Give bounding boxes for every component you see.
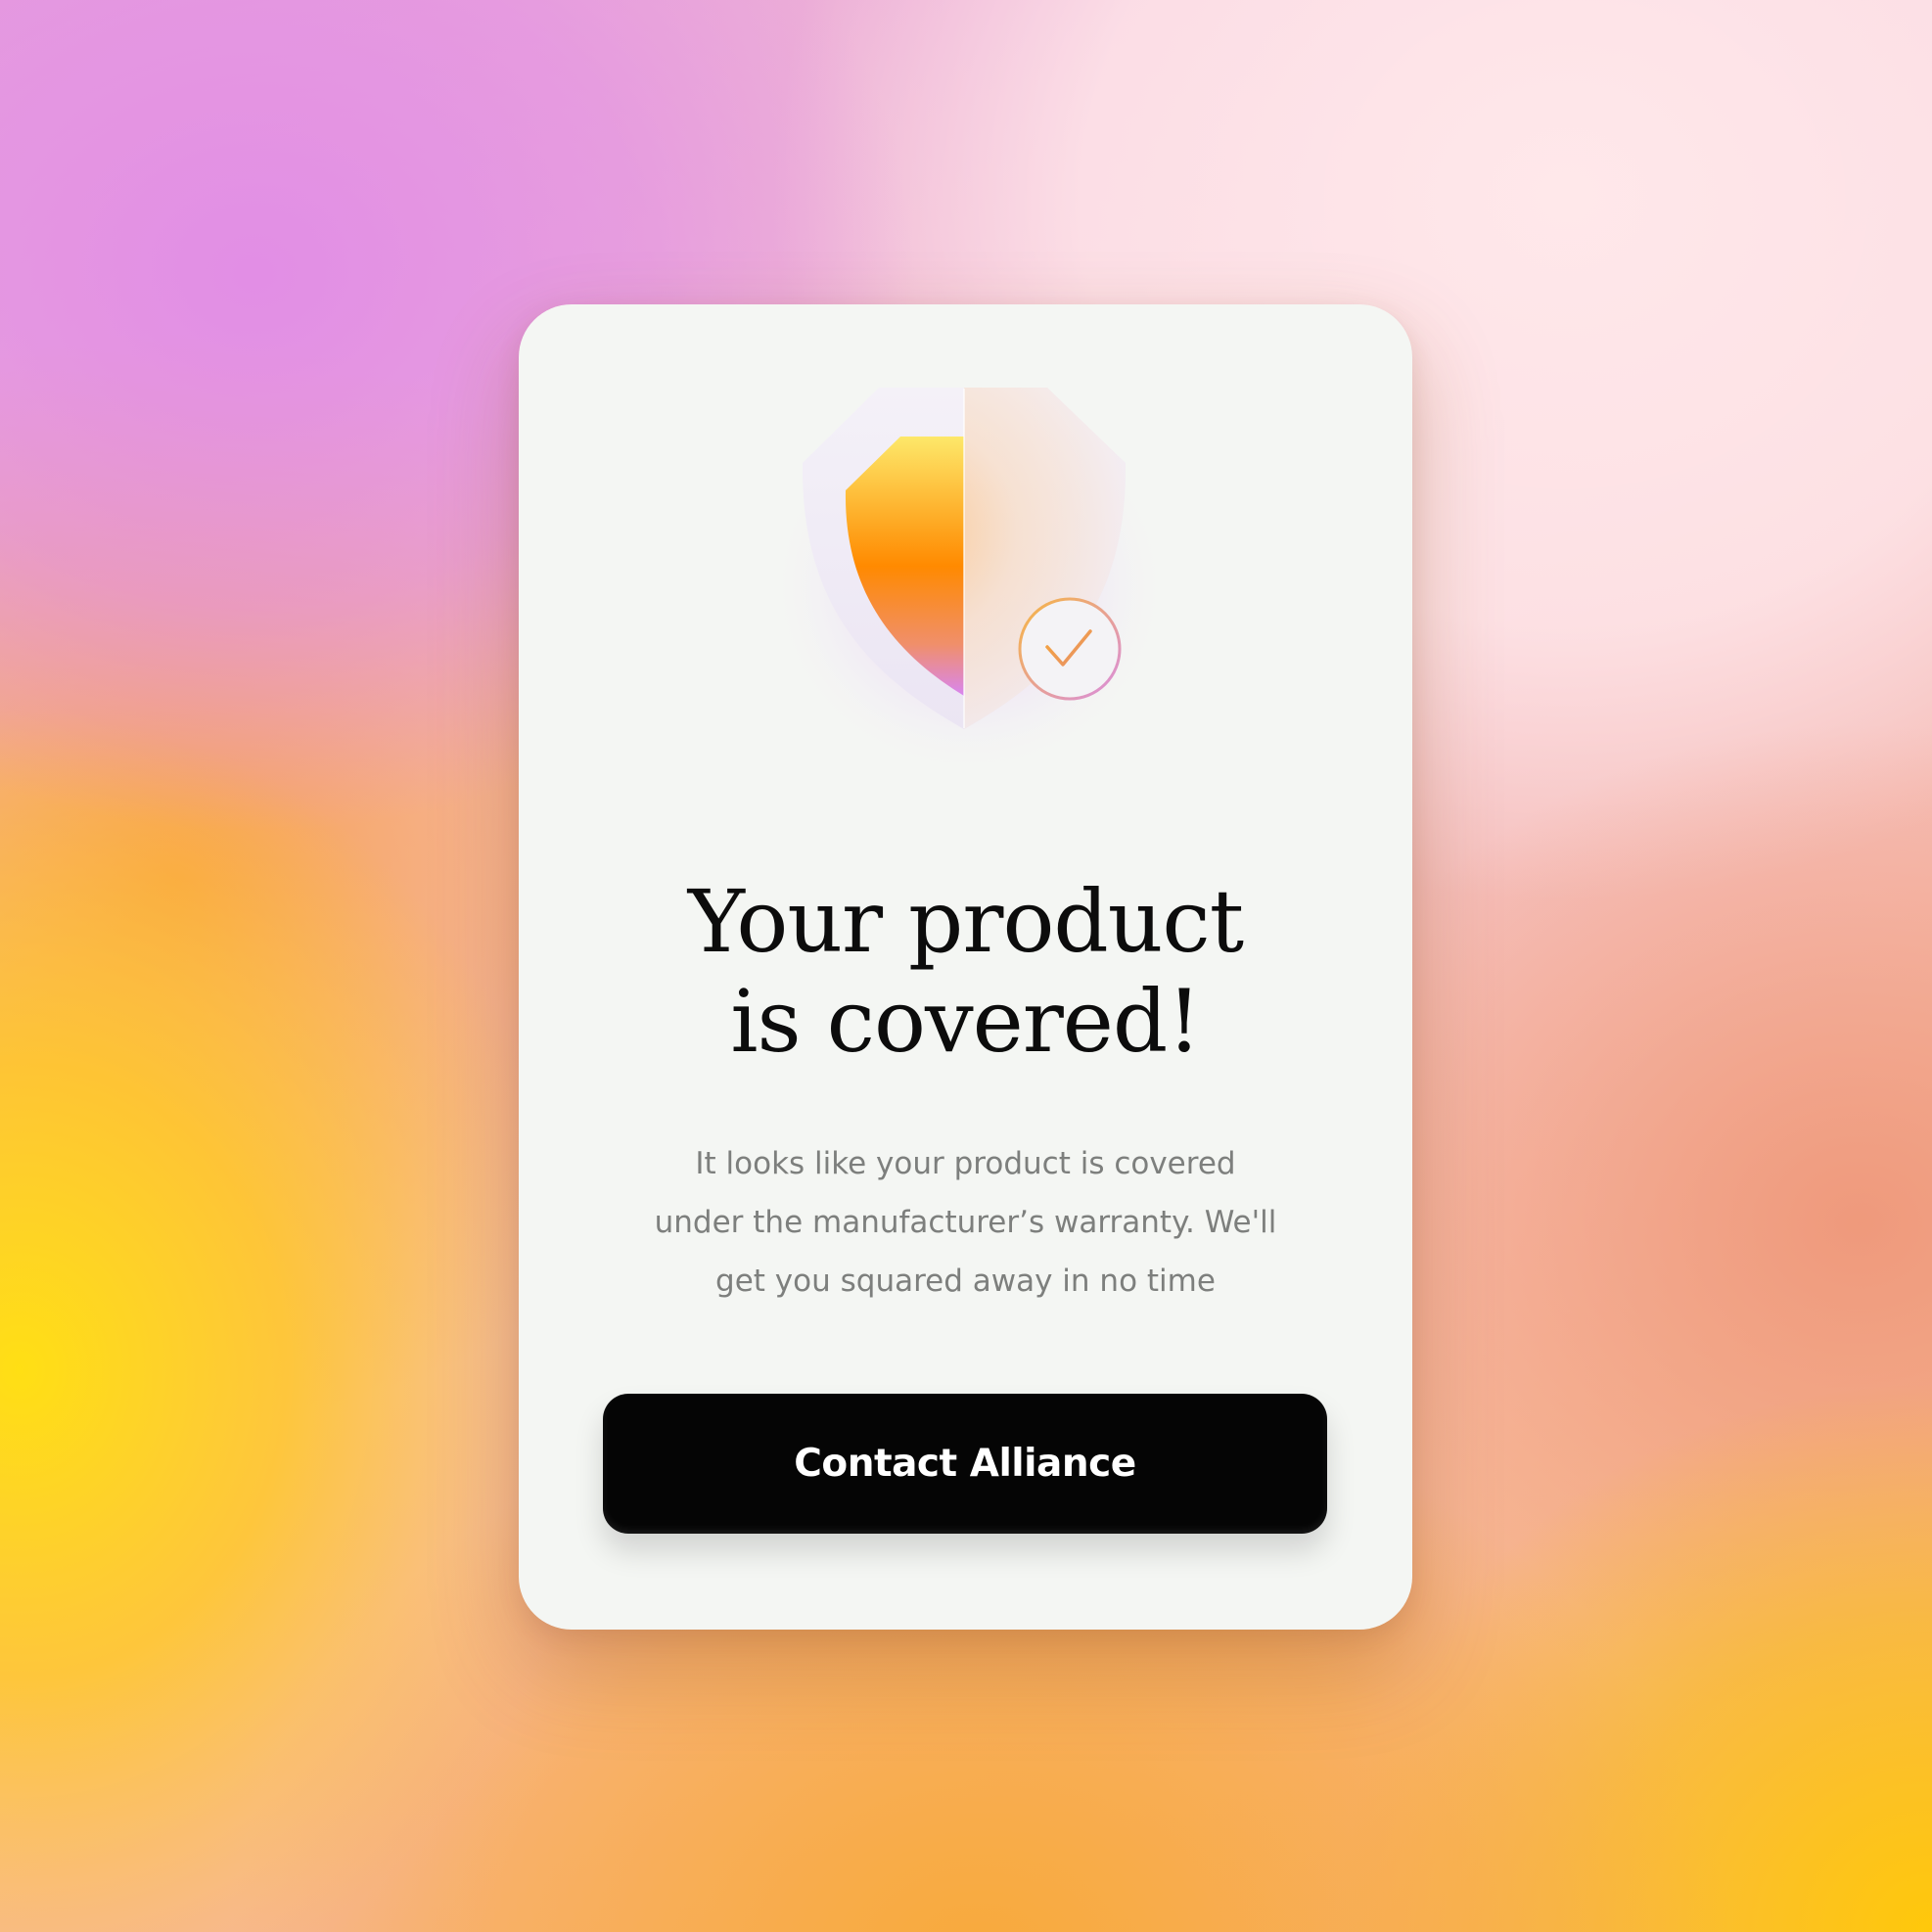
description-line-2: under the manufacturer’s warranty. We'll bbox=[654, 1205, 1277, 1240]
description-line-1: It looks like your product is covered bbox=[695, 1146, 1236, 1181]
title-line-2: is covered! bbox=[730, 971, 1201, 1072]
warranty-status-card: Your product is covered! It looks like y… bbox=[519, 304, 1412, 1630]
page-title: Your product is covered! bbox=[519, 872, 1412, 1072]
warranty-description: It looks like your product is covered un… bbox=[626, 1134, 1305, 1311]
contact-alliance-button[interactable]: Contact Alliance bbox=[603, 1394, 1327, 1534]
title-line-1: Your product bbox=[687, 871, 1244, 972]
shield-check-icon bbox=[763, 353, 1174, 764]
description-line-3: get you squared away in no time bbox=[715, 1264, 1216, 1299]
